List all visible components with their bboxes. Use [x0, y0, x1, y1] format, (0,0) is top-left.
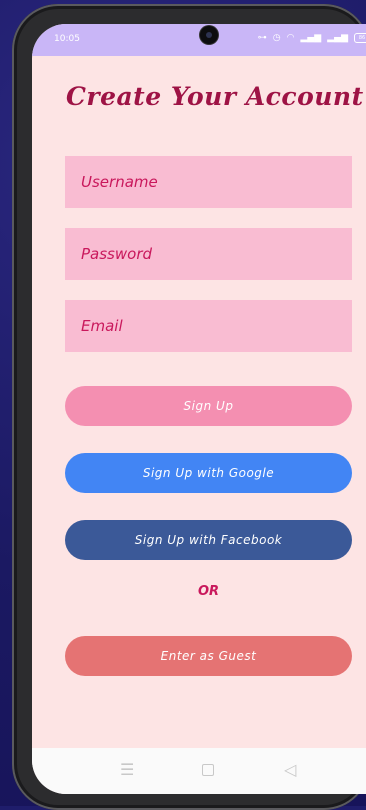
password-field[interactable] — [65, 228, 352, 280]
sign-up-button[interactable]: Sign Up — [65, 386, 352, 426]
username-field[interactable] — [65, 156, 352, 208]
enter-as-guest-button[interactable]: Enter as Guest — [65, 636, 352, 676]
back-icon[interactable]: ◁ — [284, 760, 296, 780]
sign-up-facebook-button[interactable]: Sign Up with Facebook — [65, 520, 352, 560]
alarm-icon: ◷ — [272, 33, 281, 43]
navigation-bar: ☰ ◁ — [32, 748, 366, 794]
status-bar: 10:05 ⊶ ◷ ◠ ▂▄▆ ▂▄▆ 86 — [32, 24, 366, 56]
status-time: 10:05 — [54, 34, 80, 44]
app-screen: 10:05 ⊶ ◷ ◠ ▂▄▆ ▂▄▆ 86 Create Your Accou… — [32, 24, 366, 794]
wifi-icon: ◠ — [286, 33, 295, 43]
home-icon[interactable] — [202, 764, 214, 776]
battery-icon: 86 — [354, 33, 366, 43]
email-field[interactable] — [65, 300, 352, 352]
hotspot-icon: ⊶ — [257, 33, 267, 43]
phone-frame: 10:05 ⊶ ◷ ◠ ▂▄▆ ▂▄▆ 86 Create Your Accou… — [12, 4, 366, 810]
status-icons: ⊶ ◷ ◠ ▂▄▆ ▂▄▆ 86 — [258, 33, 366, 43]
signal-icon: ▂▄▆ — [300, 33, 322, 43]
sign-up-google-button[interactable]: Sign Up with Google — [65, 453, 352, 493]
page-title: Create Your Account — [66, 82, 364, 111]
signal-icon: ▂▄▆ — [327, 33, 348, 43]
or-divider: OR — [197, 584, 220, 599]
menu-icon[interactable]: ☰ — [120, 760, 134, 780]
front-camera-icon — [200, 26, 218, 44]
